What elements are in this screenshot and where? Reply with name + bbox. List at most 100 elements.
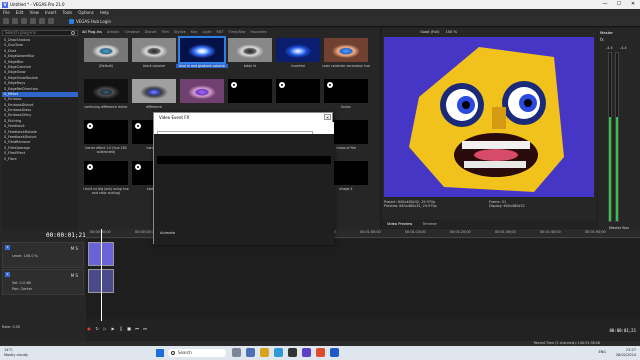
preset-thumbnail-image: [84, 161, 128, 185]
app-icon-2[interactable]: [288, 348, 297, 357]
preset-thumb[interactable]: inverted: [276, 38, 320, 68]
system-clock[interactable]: 23:27 28/02/2024: [616, 348, 636, 357]
preset-thumb[interactable]: black colorize: [132, 38, 176, 68]
tab-video-preview[interactable]: Video Preview: [382, 222, 417, 226]
vegas-taskbar-icon[interactable]: [330, 348, 339, 357]
master-fx-button[interactable]: fx: [598, 37, 640, 42]
preset-thumb[interactable]: black fx: [228, 38, 272, 68]
menu-options[interactable]: Options: [78, 10, 93, 15]
pause-icon[interactable]: ‖: [118, 326, 124, 332]
new-project-icon[interactable]: [3, 18, 9, 24]
dialog-animate-tab[interactable]: Animate: [160, 231, 175, 235]
undo-icon[interactable]: [39, 18, 45, 24]
go-start-icon[interactable]: ⏮: [134, 326, 140, 332]
loop-icon[interactable]: ↻: [94, 326, 100, 332]
list-item[interactable]: S_Flare: [2, 157, 78, 162]
fx-tab-time-seq[interactable]: Time/Seq: [229, 30, 246, 34]
preset-thumb[interactable]: blue in and gradient colorize: [176, 36, 228, 68]
menu-insert[interactable]: Insert: [45, 10, 56, 15]
hub-login-button[interactable]: VEGAS Hub Login: [69, 18, 111, 24]
main-toolbar: VEGAS Hub Login: [0, 16, 640, 27]
minimize-button[interactable]: —: [598, 0, 612, 9]
timecode-display: 00:00:01;21: [46, 232, 86, 239]
dialog-fx-chain[interactable]: [157, 156, 331, 164]
fx-tab-favorites[interactable]: Favorites: [250, 30, 266, 34]
fx-tab-artistic[interactable]: Artistic: [107, 30, 120, 34]
audio-track-header[interactable]: 2 M S Vol: 0.0 dB Pan: Center: [2, 269, 84, 295]
ruler-tick-label: 00:01:40;00: [540, 230, 561, 234]
audio-track-mute-solo[interactable]: M S: [71, 273, 78, 278]
fx-tab-key[interactable]: Key: [191, 30, 198, 34]
fx-tab-light[interactable]: Light: [202, 30, 211, 34]
preset-caption: color corrector secondary hue: [322, 64, 370, 68]
open-icon[interactable]: [12, 18, 18, 24]
preset-thumb[interactable]: I built no big (only using hue and color…: [83, 161, 129, 195]
preview-tabs: Video Preview Trimmer: [382, 220, 597, 227]
preset-thumbnail-image: [178, 36, 226, 64]
audio-track-volume[interactable]: Vol: 0.0 dB: [12, 281, 31, 285]
file-explorer-icon[interactable]: [260, 348, 269, 357]
preset-thumb[interactable]: difference: [132, 79, 176, 109]
preset-thumb[interactable]: horror effect 1.0 (hue 180 subtracted): [84, 120, 128, 154]
app-icon-3[interactable]: [302, 348, 311, 357]
preset-thumb[interactable]: fusion: [324, 79, 368, 109]
audio-track-pan[interactable]: Pan: Center: [12, 287, 32, 291]
ruler-tick-label: 00:01:30;00: [495, 230, 516, 234]
plugin-list[interactable]: S_DropShadow S_DuoTone S_Dust S_EdgeAwareBl…: [2, 38, 78, 233]
language-indicator[interactable]: ENG: [598, 350, 606, 354]
close-button[interactable]: ✕: [626, 0, 640, 9]
plugin-search-input[interactable]: Search plug-ins: [2, 30, 78, 36]
menu-tools[interactable]: Tools: [62, 10, 72, 15]
menu-file[interactable]: File: [3, 10, 10, 15]
go-end-icon[interactable]: ⏭: [142, 326, 148, 332]
fx-tab-all-plug-ins[interactable]: All Plug-Ins: [82, 30, 102, 34]
preset-thumb[interactable]: [180, 79, 224, 103]
app-icon-4[interactable]: [316, 348, 325, 357]
maximize-button[interactable]: ☐: [612, 0, 626, 9]
preset-thumbnail-image: [180, 79, 224, 103]
fx-tab-rbt[interactable]: RBT: [216, 30, 223, 34]
preview-zoom-select[interactable]: 100 %: [446, 30, 457, 34]
preview-quality-select[interactable]: Good (Full): [420, 30, 440, 34]
preset-caption: inverted: [291, 64, 305, 68]
save-icon[interactable]: [21, 18, 27, 24]
play-icon[interactable]: ▶: [110, 326, 116, 332]
play-from-start-icon[interactable]: ▷: [102, 326, 108, 332]
preset-thumb[interactable]: confusing difference mirror: [84, 79, 128, 109]
weather-widget[interactable]: 14°C Mostly cloudy: [4, 348, 28, 357]
render-icon[interactable]: [30, 18, 36, 24]
menu-view[interactable]: View: [29, 10, 39, 15]
meter-left-value: -4.4: [606, 46, 613, 50]
record-icon[interactable]: ●: [86, 326, 92, 332]
dialog-close-button[interactable]: ✕: [324, 114, 331, 120]
app-icon-1[interactable]: [246, 348, 255, 357]
taskbar-search-box[interactable]: Search: [168, 349, 226, 357]
preset-thumbnail-image: [84, 79, 128, 103]
ruler-tick-label: 00:01:00;00: [360, 230, 381, 234]
preset-thumb[interactable]: color corrector secondary hue: [322, 38, 370, 68]
start-button-icon[interactable]: [156, 349, 164, 357]
video-track-header[interactable]: 1 M S Level: 100.0 %: [2, 242, 84, 268]
playhead-cursor[interactable]: [101, 229, 102, 321]
fx-tab-stylize[interactable]: Stylize: [174, 30, 186, 34]
vegas-logo-icon: [135, 164, 141, 170]
video-track-mute-solo[interactable]: M S: [71, 246, 78, 251]
redo-icon[interactable]: [48, 18, 54, 24]
stop-icon[interactable]: ■: [126, 326, 132, 332]
task-view-icon[interactable]: [232, 348, 241, 357]
preset-thumb[interactable]: [228, 79, 272, 103]
menu-help[interactable]: Help: [100, 10, 109, 15]
fx-tab-film[interactable]: Film: [162, 30, 169, 34]
video-track-level[interactable]: Level: 100.0 %: [12, 254, 38, 258]
master-title: Master: [600, 30, 613, 35]
preset-thumb[interactable]: (Default): [84, 38, 128, 68]
tab-trimmer[interactable]: Trimmer: [417, 222, 442, 226]
search-icon[interactable]: [71, 31, 75, 35]
fx-tab-distort[interactable]: Distort: [145, 30, 157, 34]
track-area[interactable]: [86, 239, 640, 319]
menu-edit[interactable]: Edit: [16, 10, 24, 15]
vegas-logo-icon: [135, 123, 141, 129]
fx-tab-creative[interactable]: Creative: [124, 30, 139, 34]
preset-thumb[interactable]: [276, 79, 320, 103]
browser-icon[interactable]: [274, 348, 283, 357]
